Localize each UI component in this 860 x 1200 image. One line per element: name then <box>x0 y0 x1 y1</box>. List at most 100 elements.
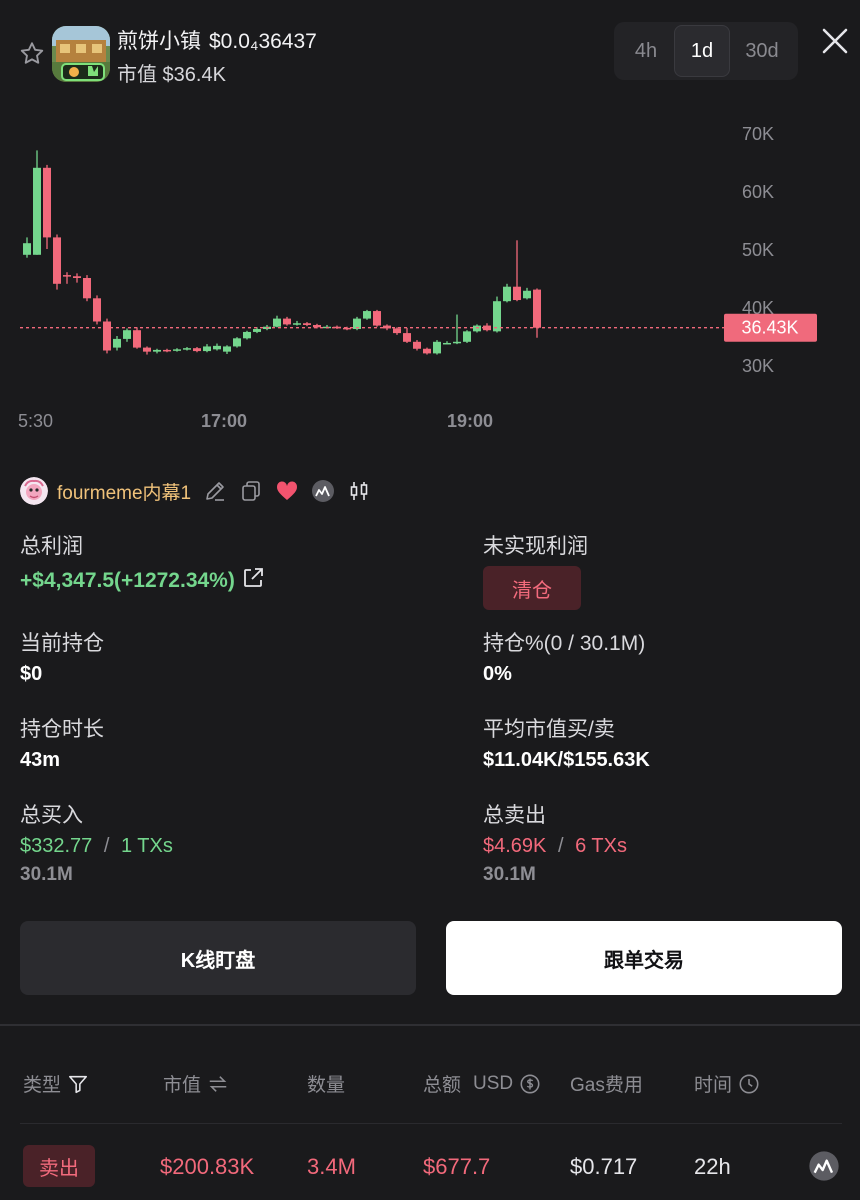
close-icon[interactable] <box>820 26 850 56</box>
col-time[interactable]: 时间 <box>694 1070 760 1097</box>
trader-row: fourmeme内幕1 <box>20 476 371 506</box>
candle-body <box>443 342 451 345</box>
candle-body <box>183 348 191 350</box>
timeframe-4h[interactable]: 4h <box>618 25 674 77</box>
col-gas: Gas费用 <box>570 1070 643 1097</box>
current-price-label: 36.43K <box>741 318 798 338</box>
candle-body <box>423 348 431 354</box>
external-link-icon[interactable] <box>241 566 265 590</box>
candle-body <box>513 286 521 301</box>
pencil-icon[interactable] <box>203 479 227 503</box>
candle-body <box>223 346 231 352</box>
candle-body <box>413 341 421 349</box>
current-price-tag: 36.43K <box>724 313 817 342</box>
swap-icon[interactable] <box>207 1073 229 1095</box>
candle-body <box>53 237 61 284</box>
unrealized-profit-label: 未实现利润 <box>483 535 588 558</box>
star-icon[interactable] <box>18 40 46 68</box>
y-tick-label: 70K <box>742 124 774 144</box>
copy-trade-button[interactable]: 跟单交易 <box>446 921 842 995</box>
unrealized-profit: 未实现利润 清仓 <box>483 530 588 610</box>
candle-body <box>283 318 291 325</box>
chart-logo-icon[interactable] <box>311 479 335 503</box>
col-mcap[interactable]: 市值 <box>163 1070 229 1097</box>
kline-watch-button[interactable]: K线盯盘 <box>20 921 416 995</box>
col-gas-label: Gas费用 <box>570 1075 643 1096</box>
current-holding-label: 当前持仓 <box>20 632 104 655</box>
total-sell-qty: 30.1M <box>483 864 536 885</box>
total-profit: 总利润 +$4,347.5(+1272.34%) <box>20 530 265 593</box>
filter-icon[interactable] <box>67 1073 89 1095</box>
token-title: 煎饼小镇 $0.0₄36437 <box>117 25 317 55</box>
candle-body <box>253 329 261 332</box>
avg-mcap: 平均市值买/卖 $11.04K/$155.63K <box>483 713 650 772</box>
current-holding: 当前持仓 $0 <box>20 627 104 686</box>
col-usd-label: USD <box>473 1072 514 1094</box>
separator: / <box>557 835 564 857</box>
candle-body <box>23 243 31 255</box>
candle-body <box>313 324 321 328</box>
clear-position-button[interactable]: 清仓 <box>483 566 581 610</box>
candle-body <box>503 286 511 302</box>
candle-body <box>403 333 411 342</box>
candle-body <box>523 290 531 299</box>
trade-mcap: $200.83K <box>160 1154 255 1179</box>
candle-body <box>83 278 91 299</box>
candle-body <box>193 348 201 352</box>
section-divider <box>0 1024 860 1026</box>
clock-icon[interactable] <box>738 1073 760 1095</box>
price-chart[interactable]: 70K60K50K40K30K 5:30 17:00 19:00 36.43K <box>0 100 860 445</box>
hold-duration: 持仓时长 43m <box>20 713 104 772</box>
avg-mcap-value: $11.04K/$155.63K <box>483 749 650 771</box>
header-divider <box>20 1123 842 1124</box>
candle-body <box>453 341 461 344</box>
y-tick-label: 60K <box>742 182 774 202</box>
total-sell-amount: $4.69K <box>483 835 547 857</box>
total-sell-label: 总卖出 <box>483 804 546 827</box>
total-sell: 总卖出 $4.69K / 6 TXs 30.1M <box>483 799 627 886</box>
candle-body <box>143 347 151 352</box>
table-row[interactable]: 卖出 $200.83K 3.4M $677.7 $0.717 22h <box>0 1140 860 1196</box>
dollar-circle-icon[interactable] <box>519 1073 541 1095</box>
candle-body <box>103 321 111 351</box>
trader-avatar[interactable] <box>20 477 48 505</box>
chart-logo-icon[interactable] <box>808 1150 840 1182</box>
candle-body <box>473 325 481 332</box>
candle-body <box>133 330 141 348</box>
trade-type-badge: 卖出 <box>23 1145 95 1187</box>
x-tick-label: 19:00 <box>447 411 493 431</box>
total-profit-label: 总利润 <box>20 535 83 558</box>
candle-body <box>363 311 371 319</box>
col-type[interactable]: 类型 <box>23 1070 89 1097</box>
candle-body <box>293 323 301 325</box>
trade-gas: $0.717 <box>570 1154 638 1179</box>
heart-icon[interactable] <box>275 479 299 503</box>
x-tick-label: 17:00 <box>201 411 247 431</box>
total-buy: 总买入 $332.77 / 1 TXs 30.1M <box>20 799 173 886</box>
token-market-cap: 市值 $36.4K <box>117 64 226 86</box>
candle-body <box>213 345 221 350</box>
candle-body <box>123 330 131 339</box>
candle-body <box>493 301 501 332</box>
candle-body <box>153 349 161 352</box>
timeframe-30d[interactable]: 30d <box>730 25 794 77</box>
candle-body <box>393 328 401 334</box>
col-mcap-label: 市值 <box>163 1075 202 1096</box>
x-tick-label: 5:30 <box>18 411 53 431</box>
col-type-label: 类型 <box>23 1075 62 1096</box>
total-buy-qty: 30.1M <box>20 864 73 885</box>
total-buy-label: 总买入 <box>20 804 83 827</box>
candle-body <box>73 276 81 278</box>
timeframe-selector: 4h 1d 30d <box>614 22 798 80</box>
trades-table-header: 类型 市值 数量 总额 USD Gas费用 时间 <box>0 1066 860 1098</box>
col-qty: 数量 <box>307 1070 345 1097</box>
candle-body <box>433 341 441 354</box>
holding-percent-label: 持仓%(0 / 30.1M) <box>483 632 646 655</box>
copy-icon[interactable] <box>239 479 263 503</box>
candle-body <box>463 331 471 342</box>
timeframe-1d[interactable]: 1d <box>674 25 730 77</box>
hold-duration-value: 43m <box>20 749 61 771</box>
candles-icon[interactable] <box>347 479 371 503</box>
candle-body <box>203 346 211 352</box>
trader-name[interactable]: fourmeme内幕1 <box>57 478 191 505</box>
